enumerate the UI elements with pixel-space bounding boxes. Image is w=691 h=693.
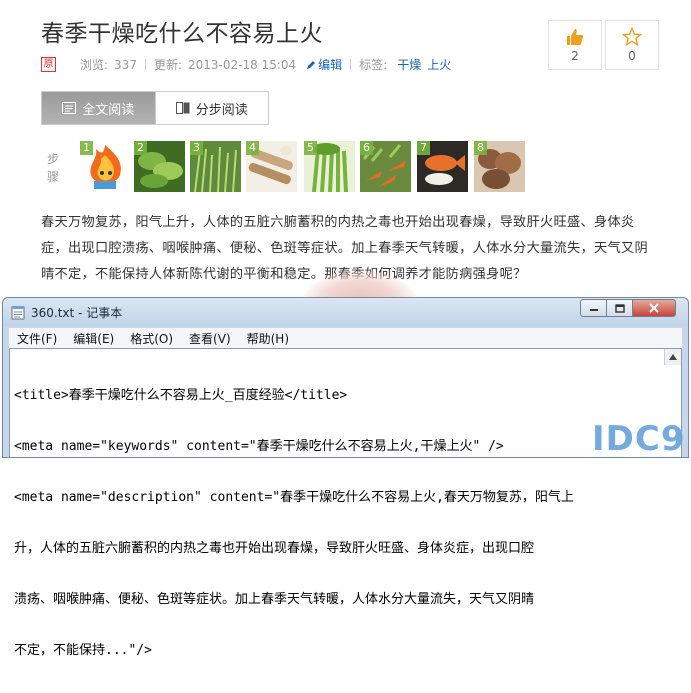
tab-full-text[interactable]: 全文阅读 — [42, 92, 155, 124]
tab-step-reading[interactable]: 分步阅读 — [154, 92, 268, 124]
article-meta: 原 浏览: 337 更新: 2013-02-18 15:04 编辑 标签: 干燥… — [41, 56, 451, 73]
close-icon — [649, 303, 659, 313]
thumbs-up-icon — [567, 29, 584, 45]
menu-file[interactable]: 文件(F) — [9, 330, 65, 347]
notepad-icon — [11, 306, 25, 320]
star-icon — [622, 27, 642, 47]
text-line: <meta name="keywords" content="春季干燥吃什么不容… — [14, 439, 504, 454]
arrow-up-icon — [669, 354, 677, 360]
step-number: 2 — [134, 141, 147, 155]
step-number: 1 — [80, 141, 93, 155]
pencil-icon — [307, 60, 316, 69]
minimize-button[interactable] — [580, 299, 607, 317]
menu-help[interactable]: 帮助(H) — [239, 330, 297, 347]
text-line: 升，人体的五脏六腑蓄积的内热之毒也开始出现春燥，导致肝火旺盛、身体炎症，出现口腔 — [14, 541, 535, 556]
tags-label: 标签: — [359, 58, 388, 72]
step-number: 7 — [417, 141, 430, 155]
step-thumbnail[interactable]: 2 — [134, 141, 185, 192]
step-number: 4 — [246, 141, 259, 155]
updated-time: 2013-02-18 15:04 — [188, 57, 297, 72]
tag-link[interactable]: 上火 — [427, 56, 451, 73]
step-thumbnail[interactable]: 5 — [304, 141, 355, 192]
notepad-text-area[interactable]: <title>春季干燥吃什么不容易上火_百度经验</title> <meta n… — [9, 348, 682, 658]
step-thumbnail[interactable]: 8 — [474, 141, 525, 192]
maximize-button[interactable] — [606, 299, 633, 317]
tab-full-text-label: 全文阅读 — [82, 102, 135, 118]
tab-step-reading-label: 分步阅读 — [195, 102, 248, 118]
updated-label: 更新: — [153, 58, 182, 72]
text-line: 溃疡、咽喉肿痛、便秘、色斑等症状。加上春季天气转暖，人体水分大量流失，天气又阴晴 — [14, 592, 535, 607]
notepad-title: 360.txt - 记事本 — [31, 306, 123, 320]
notepad-menubar: 文件(F) 编辑(E) 格式(O) 查看(V) 帮助(H) — [9, 328, 682, 348]
useful-vote-button[interactable]: 2 — [548, 20, 602, 70]
menu-format[interactable]: 格式(O) — [122, 330, 181, 347]
notepad-titlebar[interactable]: 360.txt - 记事本 — [3, 298, 688, 326]
text-line: <meta name="description" content="春季干燥吃什… — [14, 490, 574, 505]
step-number: 5 — [304, 141, 317, 155]
edit-label: 编辑 — [318, 58, 343, 72]
step-thumbnail[interactable]: 7 — [417, 141, 468, 192]
step-thumbnail[interactable]: 6 — [360, 141, 411, 192]
watermark-logo: IDC9 — [592, 419, 686, 459]
notepad-window: 360.txt - 记事本 文件(F) 编辑(E) 格式(O) 查看(V) 帮助… — [2, 297, 689, 658]
step-number: 8 — [474, 141, 487, 155]
document-icon — [62, 102, 77, 114]
original-badge: 原 — [41, 57, 56, 72]
close-button[interactable] — [632, 299, 676, 317]
step-thumbnail[interactable]: 3 — [190, 141, 241, 192]
maximize-icon — [614, 303, 625, 313]
step-thumbnail[interactable]: 4 — [246, 141, 297, 192]
edit-link[interactable]: 编辑 — [306, 56, 342, 73]
useful-count: 2 — [571, 49, 579, 63]
views-label: 浏览: — [80, 58, 109, 72]
menu-view[interactable]: 查看(V) — [181, 330, 239, 347]
minimize-icon — [589, 309, 598, 311]
step-number: 6 — [360, 141, 373, 155]
steps-label: 步骤 — [47, 152, 60, 184]
views-count: 337 — [114, 57, 137, 72]
article-title: 春季干燥吃什么不容易上火 — [41, 21, 323, 47]
step-thumbnail[interactable]: 1 — [80, 141, 131, 192]
steps-icon — [175, 102, 190, 114]
tag-link[interactable]: 干燥 — [397, 56, 421, 73]
notepad-content: <title>春季干燥吃什么不容易上火_百度经验</title> <meta n… — [14, 353, 574, 693]
scroll-up-button[interactable] — [664, 349, 681, 365]
reading-mode-tabs: 全文阅读 分步阅读 — [41, 91, 269, 125]
meta-divider — [350, 59, 352, 70]
text-line: 不定，不能保持..."/> — [14, 643, 152, 658]
meta-divider — [144, 59, 146, 70]
menu-edit[interactable]: 编辑(E) — [65, 330, 122, 347]
step-number: 3 — [190, 141, 203, 155]
text-line: <title>春季干燥吃什么不容易上火_百度经验</title> — [14, 388, 348, 403]
favorite-count: 0 — [628, 49, 636, 63]
favorite-button[interactable]: 0 — [605, 20, 659, 70]
